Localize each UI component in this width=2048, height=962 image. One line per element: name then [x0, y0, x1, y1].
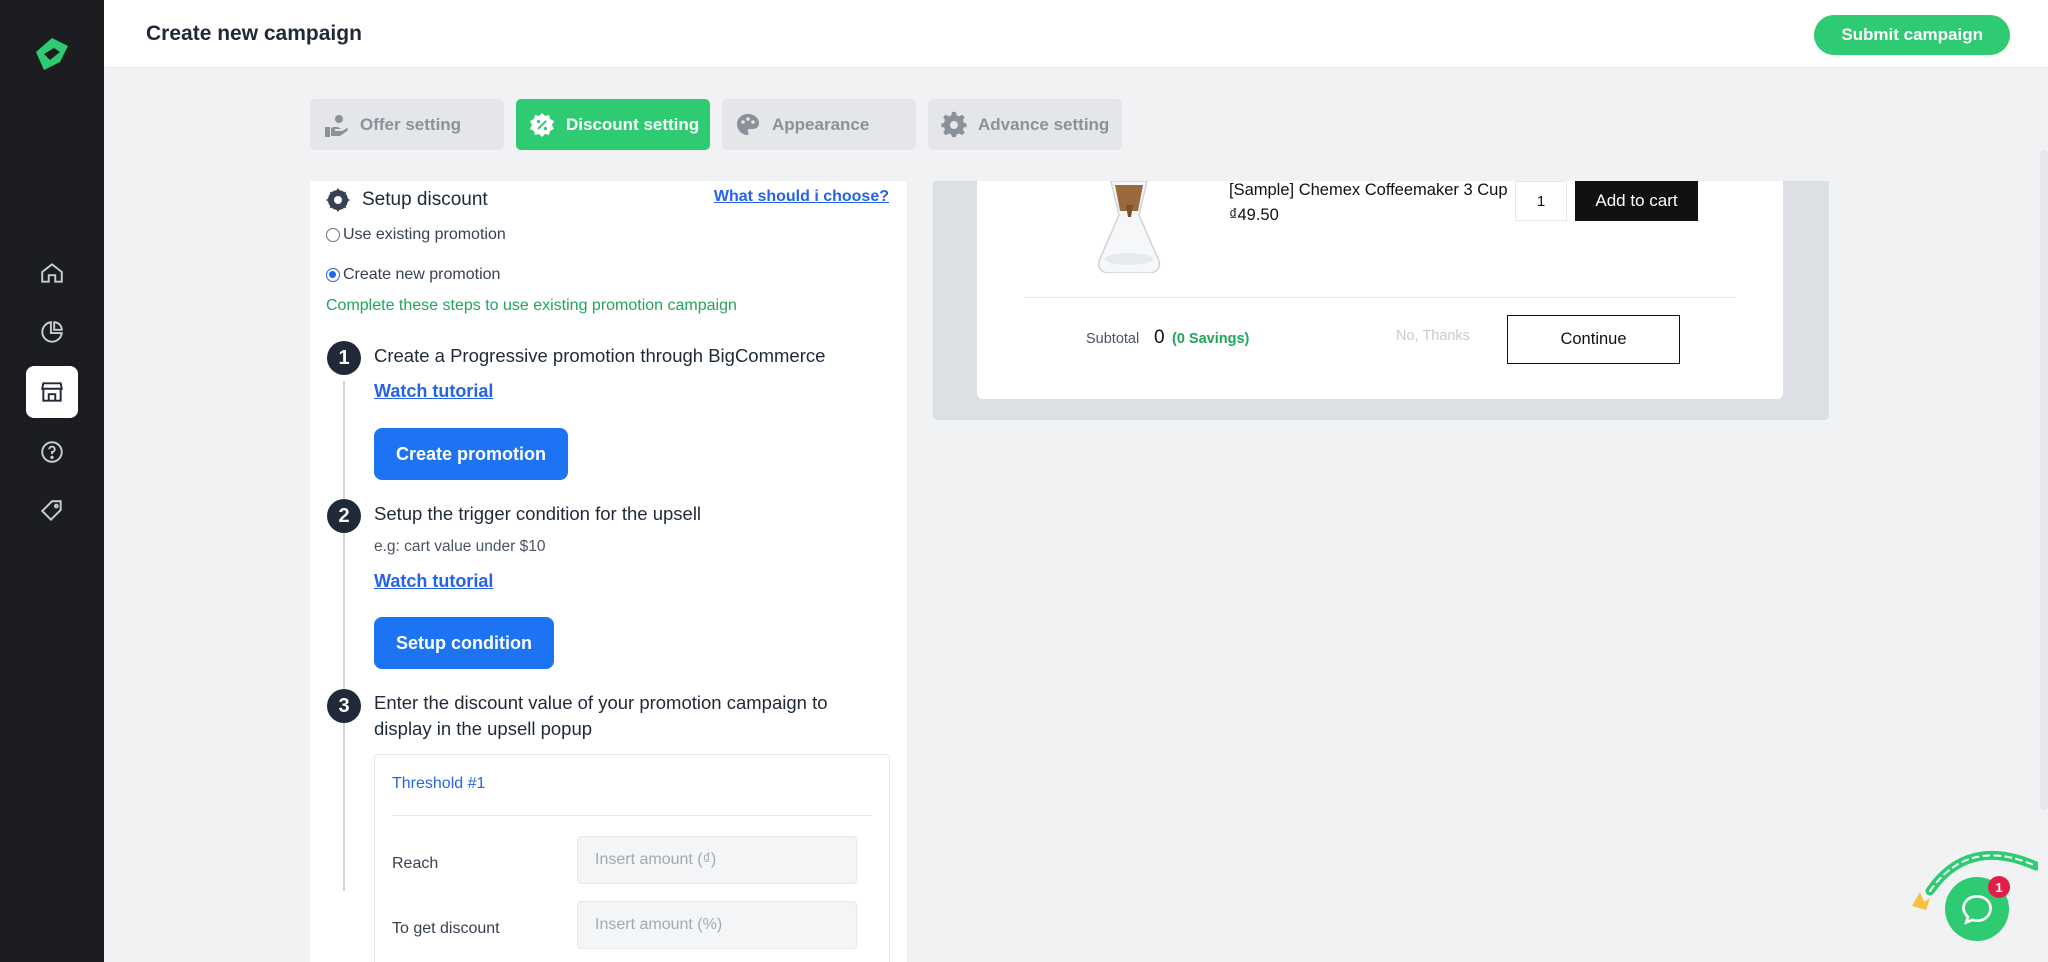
radio-use-existing[interactable] [326, 228, 340, 242]
sidebar [0, 0, 104, 962]
product-name: [Sample] Chemex Coffeemaker 3 Cup [1229, 181, 1508, 199]
reach-amount-input[interactable] [577, 836, 857, 884]
tab-offer-setting[interactable]: Offer setting [310, 99, 504, 150]
subtotal-label: Subtotal [1086, 331, 1140, 347]
reach-label: Reach [392, 855, 439, 872]
tab-label: Appearance [772, 114, 870, 134]
threshold-title: Threshold #1 [392, 775, 486, 792]
product-image [1089, 180, 1169, 274]
discount-badge-icon [530, 112, 554, 137]
tab-label: Discount setting [566, 114, 700, 134]
subtotal-value: 0 [1154, 327, 1165, 348]
product-price: ₫49.50 [1229, 206, 1279, 224]
submit-campaign-button[interactable]: Submit campaign [1814, 15, 2010, 55]
discount-amount-input[interactable] [577, 901, 857, 949]
offer-hand-icon [325, 114, 348, 137]
popup-preview: [Sample] Chemex Coffeemaker 3 Cup ₫49.50… [933, 180, 1829, 420]
setup-title: Setup discount [362, 189, 488, 210]
quantity-input[interactable]: 1 [1515, 181, 1567, 221]
use-existing-promotion-option[interactable]: Use existing promotion [326, 226, 506, 244]
chart-icon[interactable] [26, 306, 78, 358]
create-promotion-button[interactable]: Create promotion [374, 428, 569, 480]
tab-appearance[interactable]: Appearance [722, 99, 916, 150]
help-icon[interactable] [26, 426, 78, 478]
upsell-popup-card: [Sample] Chemex Coffeemaker 3 Cup ₫49.50… [977, 180, 1783, 399]
savings-text: (0 Savings) [1172, 331, 1250, 347]
chat-bubble-icon [1962, 895, 1992, 925]
add-to-cart-button[interactable]: Add to cart [1575, 181, 1698, 221]
step-1-watch-tutorial-link[interactable]: Watch tutorial [374, 381, 493, 402]
continue-button[interactable]: Continue [1507, 315, 1680, 364]
radio-label: Use existing promotion [343, 226, 506, 243]
setup-condition-button[interactable]: Setup condition [374, 617, 554, 669]
palette-icon [737, 113, 759, 135]
home-icon[interactable] [26, 247, 78, 299]
step-3-number: 3 [327, 689, 361, 723]
steps-connector [343, 381, 345, 891]
steps-hint: Complete these steps to use existing pro… [326, 297, 737, 314]
tab-label: Advance setting [978, 114, 1110, 134]
app-logo-icon[interactable] [30, 32, 74, 76]
discount-setup-panel: Setup discount What should i choose? Use… [310, 181, 907, 962]
step-2-watch-tutorial-link[interactable]: Watch tutorial [374, 571, 493, 592]
create-new-promotion-option[interactable]: Create new promotion [326, 266, 500, 284]
divider [1025, 297, 1735, 298]
threshold-card: Threshold #1 Reach To get discount [374, 754, 890, 962]
tag-icon[interactable] [26, 485, 78, 537]
page-scrollbar[interactable] [2040, 150, 2048, 810]
step-2-number: 2 [327, 499, 361, 533]
step-2-example: e.g: cart value under $10 [374, 538, 546, 555]
radio-create-new[interactable] [326, 268, 340, 282]
store-icon[interactable] [26, 366, 78, 418]
radio-label: Create new promotion [343, 266, 501, 283]
tab-discount-setting[interactable]: Discount setting [516, 99, 710, 150]
step-1-title: Create a Progressive promotion through B… [374, 345, 826, 366]
step-3-title-line1: Enter the discount value of your promoti… [374, 692, 828, 713]
discount-label: To get discount [392, 920, 500, 937]
gear-icon [941, 111, 967, 137]
step-3-title-line2: display in the upsell popup [374, 718, 593, 739]
no-thanks-link[interactable]: No, Thanks [1396, 328, 1470, 344]
top-header: Create new campaign Submit campaign [104, 0, 2048, 68]
setup-discount-heading: Setup discount [326, 188, 488, 212]
what-should-i-choose-link[interactable]: What should i choose? [714, 188, 889, 206]
chat-notification-badge: 1 [1988, 876, 2010, 898]
step-1-number: 1 [327, 341, 361, 375]
page-title: Create new campaign [146, 22, 362, 45]
step-2-title: Setup the trigger condition for the upse… [374, 503, 702, 524]
tab-label: Offer setting [360, 114, 462, 134]
tab-advance-setting[interactable]: Advance setting [928, 99, 1122, 150]
divider [392, 815, 872, 816]
gear-icon [326, 188, 350, 212]
